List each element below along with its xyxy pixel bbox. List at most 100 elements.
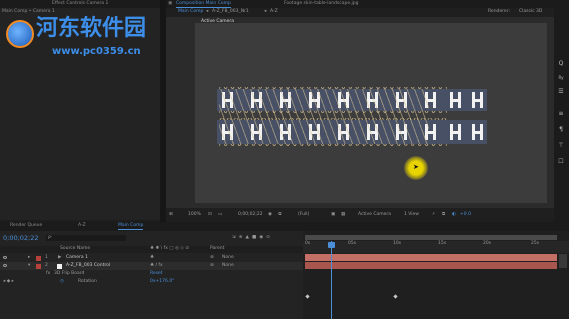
mask-icon[interactable]: ▭ [218,212,222,218]
effect-reset-link[interactable]: Reset [150,270,163,278]
property-row[interactable]: ◂ ◆ ▸ ◷ Rotation 0x+176.0° [0,278,303,286]
flow-separator: ◂ [206,9,209,14]
parent-select[interactable]: None [222,262,234,270]
playhead[interactable] [331,241,332,319]
layer-name[interactable]: Camera 1 [66,254,88,262]
tab-effect-controls[interactable]: Effect Controls Camera 1 [52,0,108,8]
timeline-header: 0;00;02;22 ρ· ⇲⊕▲■◉⊙ [0,231,303,245]
ruler-label: 20s [483,241,492,246]
layer-2-duration-bar[interactable] [305,262,557,269]
right-tool-strip: Q Ry ☰ ≡ ¶ ⊤ ☐ [554,0,569,222]
comp-switch-icons[interactable]: ⇲⊕▲■◉⊙ [232,235,273,241]
keyframe-marker[interactable] [393,294,398,299]
fast-preview-icon[interactable]: ⚡ [432,212,435,218]
layer-1-duration-bar[interactable] [305,254,557,261]
comp-flow-bar: Main Comp ◂ A-Z_FB_003_Nr1 ◂ A-Z Rendere… [166,8,554,17]
effect-group-row[interactable]: fx 3D Flip Board Reset [0,270,303,278]
tool-ry[interactable]: Ry [556,74,566,82]
keyframe-marker[interactable] [305,294,310,299]
effect-group-label[interactable]: 3D Flip Board [54,270,84,278]
renderer-value[interactable]: Classic 3D [519,9,542,15]
layer-name[interactable]: A-Z_FB_003 Control [66,262,110,270]
mouse-pointer-icon: ➤ [413,163,419,171]
ruler-label: 05s [348,241,357,246]
layer-color-swatch[interactable] [36,263,41,269]
layer-color-swatch[interactable] [36,255,41,261]
zoom-select[interactable]: 100% [188,212,201,218]
visibility-eye-icon[interactable] [3,256,7,259]
tab-main-comp[interactable]: Main Comp [118,222,144,230]
expand-chevron-icon[interactable]: ▾ [28,262,30,270]
parent-select[interactable]: None [222,254,234,262]
timecode-display[interactable]: 0;00;02;22 [238,212,263,218]
watermark-logo-icon [6,20,34,48]
ruler-label: 0s [305,241,311,246]
roi-icon[interactable]: ▣ [331,212,335,218]
color-icon[interactable]: ✿ [278,212,282,218]
time-ruler[interactable]: 0s 05s 10s 15s 20s 25s [303,241,569,253]
views-layout-select[interactable]: 1 View [404,212,419,218]
watermark-site-name: 河东软件园 [36,16,147,41]
resolution-select[interactable]: (Full) [298,212,309,218]
layer-switches[interactable]: ♣ [150,254,154,262]
stopwatch-icon[interactable]: ◷ [60,278,64,286]
null-layer-icon [57,263,62,269]
current-time-display[interactable]: 0;00;02;22 [3,234,39,242]
scaffold-overlay-1 [219,89,429,144]
timeline-graph[interactable]: 0s 05s 10s 15s 20s 25s [303,231,569,319]
watermark-url: www.pc0359.cn [52,46,141,57]
tool-tracker[interactable]: ☐ [556,158,566,166]
grid-icon[interactable]: ⊡ [208,212,212,218]
exposure-icon[interactable]: ◐ [452,212,456,218]
layer-switches[interactable]: ♣ / fx [150,262,163,270]
keyframe-nav-icon[interactable]: ◂ ◆ ▸ [3,278,14,286]
tool-align[interactable]: ≡ [556,110,566,118]
tab-render-queue[interactable]: Render Queue [10,222,42,230]
layer-row[interactable]: ▸ 1 ▶ Camera 1 ♣ ⊚ None [0,254,303,262]
playhead-handle[interactable] [328,242,335,248]
fx-badge-icon: fx [46,271,51,276]
flow-separator: ◂ [264,9,267,14]
breadcrumb: Main Comp • Camera 1 [2,9,55,14]
tool-list[interactable]: ☰ [556,88,566,96]
composition-panel: ▣ Composition Main Comp Footage skin-tab… [166,0,554,222]
property-label: Rotation [78,279,97,284]
ruler-label: 15s [438,241,447,246]
flow-item-main-comp[interactable]: Main Comp [178,9,203,15]
tool-character[interactable]: ⊤ [556,142,566,150]
property-value[interactable]: 0x+176.0° [150,278,174,286]
magnify-icon[interactable]: ⊞ [169,212,173,218]
comp-frame: Active Camera ➤ [195,19,547,203]
layer-row[interactable]: ▾ 2 A-Z_FB_003 Control ♣ / fx ⊚ None [0,262,303,270]
visibility-eye-icon[interactable] [3,264,7,267]
expand-chevron-icon[interactable]: ▸ [28,254,30,262]
parent-pickwhip-icon[interactable]: ⊚ [210,262,214,270]
tool-paragraph[interactable]: ¶ [556,126,566,134]
layer-number: 2 [45,263,48,268]
column-source-name[interactable]: Source Name [60,246,90,252]
composition-tabbar: ▣ Composition Main Comp Footage skin-tab… [166,0,554,8]
flow-item-fb003[interactable]: A-Z_FB_003_Nr1 [212,9,249,15]
camera-view-select[interactable]: Active Camera [358,212,391,218]
timeline-columns: Source Name ♣ ✱ \ fx ▢ ◎ ◇ ⊙ Parent [0,246,303,253]
tool-q[interactable]: Q [556,60,566,68]
timeline-scrollbar[interactable] [559,254,567,268]
work-area-bar[interactable] [305,235,557,240]
comp-viewport[interactable]: Active Camera ➤ [166,17,554,208]
tab-az[interactable]: A-Z [78,222,86,230]
exposure-value[interactable]: +0.0 [460,212,471,218]
tab-composition[interactable]: Composition Main Comp [176,0,231,8]
search-input[interactable]: ρ· [46,235,126,241]
lock-icon[interactable]: ▣ [168,0,172,8]
column-parent[interactable]: Parent [210,246,224,252]
camera-icon[interactable]: ◉ [268,212,272,218]
effect-controls-tabbar: Effect Controls Camera 1 [0,0,160,8]
timeline-icon[interactable]: ⧉ [442,212,445,218]
ruler-label: 10s [393,241,402,246]
parent-pickwhip-icon[interactable]: ⊚ [210,254,214,262]
timeline-panel: Render Queue A-Z Main Comp 0;00;02;22 ρ·… [0,222,569,319]
comp-toolbar: ⊞ 100% ⊡ ▭ 0;00;02;22 ◉ ✿ (Full) ▣ ▦ Act… [166,208,554,222]
flow-item-az[interactable]: A-Z [270,9,278,15]
transparency-grid-icon[interactable]: ▦ [341,212,345,218]
tab-footage[interactable]: Footage skin-table-landscape.jpg [284,0,359,8]
